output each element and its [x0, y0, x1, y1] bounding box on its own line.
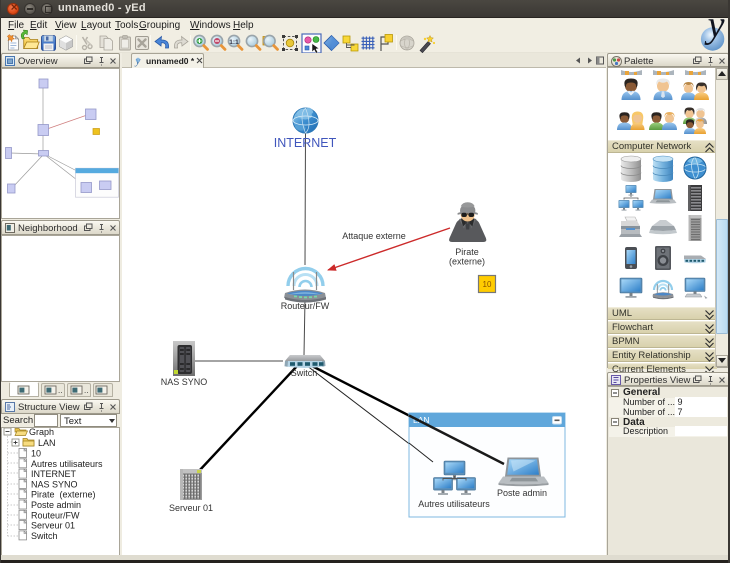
svg-text:1:1: 1:1 — [229, 39, 239, 46]
svg-text:Switch: Switch — [31, 531, 58, 541]
svg-text:Routeur/FW: Routeur/FW — [31, 510, 80, 520]
svg-text:Graph: Graph — [29, 427, 54, 437]
svg-text:Pirate: Pirate — [455, 247, 479, 257]
svg-text:INTERNET: INTERNET — [274, 136, 337, 150]
svg-text:NAS SYNO: NAS SYNO — [161, 377, 208, 387]
svg-text:Serveur 01: Serveur 01 — [31, 521, 75, 531]
svg-text:y: y — [704, 4, 725, 46]
svg-text:Autres utilisateurs: Autres utilisateurs — [31, 459, 103, 469]
svg-text:..: .. — [58, 386, 62, 395]
svg-text:(externe): (externe) — [449, 257, 485, 267]
svg-text:Serveur 01: Serveur 01 — [169, 503, 213, 513]
svg-text:Attaque externe: Attaque externe — [342, 231, 406, 241]
svg-text:10: 10 — [31, 449, 41, 459]
svg-text:Pirate (externe): Pirate (externe) — [31, 490, 96, 500]
svg-text:Routeur/FW: Routeur/FW — [281, 301, 330, 311]
svg-text:Autres utilisateurs: Autres utilisateurs — [418, 499, 490, 509]
svg-text:Switch: Switch — [291, 368, 318, 378]
svg-text:10: 10 — [483, 280, 492, 289]
svg-text:Poste admin: Poste admin — [31, 500, 81, 510]
svg-text:INTERNET: INTERNET — [31, 469, 77, 479]
svg-text:NAS SYNO: NAS SYNO — [31, 479, 78, 489]
svg-text:LAN: LAN — [38, 438, 56, 448]
svg-text:Poste admin: Poste admin — [497, 488, 547, 498]
svg-text:..: .. — [84, 386, 88, 395]
